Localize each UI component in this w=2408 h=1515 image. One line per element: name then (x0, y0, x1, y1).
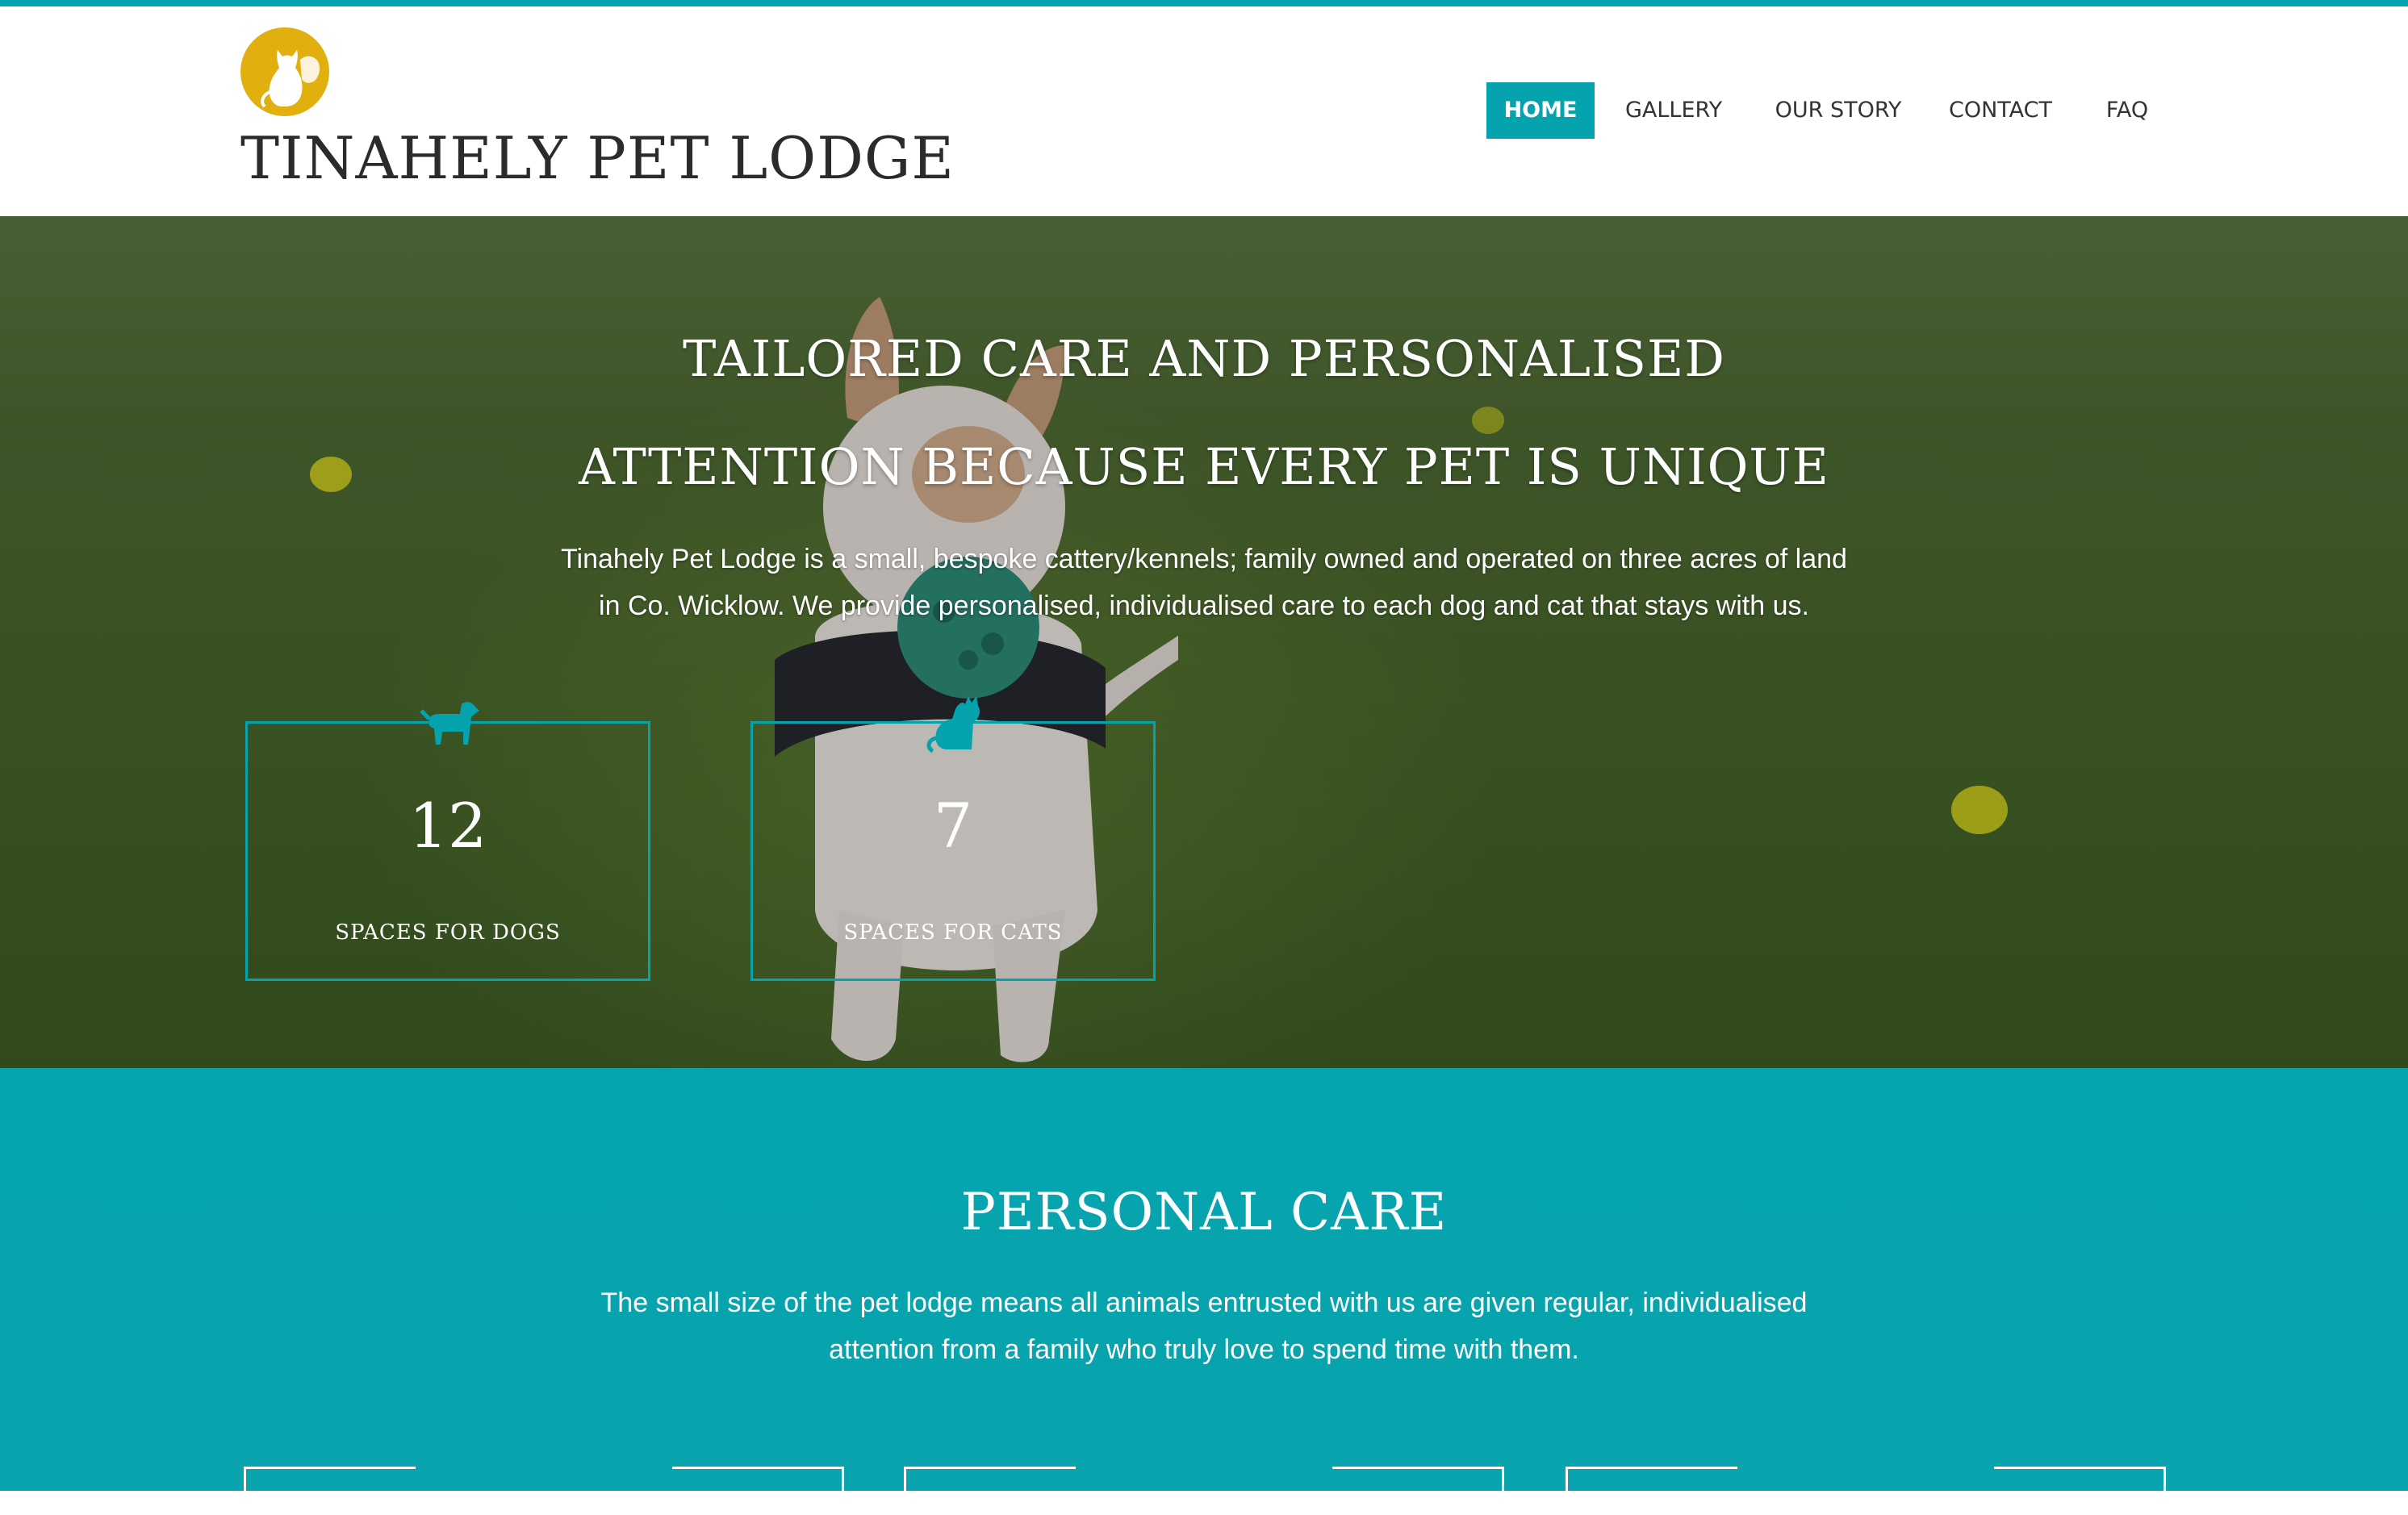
nav-home[interactable]: HOME (1486, 82, 1595, 139)
care-description-line-1: The small size of the pet lodge means al… (600, 1288, 1808, 1318)
stat-label-cats: SPACES FOR CATS (843, 920, 1063, 945)
care-title: PERSONAL CARE (960, 1183, 1448, 1242)
top-accent-bar (0, 0, 2408, 6)
hero-section: TAILORED CARE AND PERSONALISED ATTENTION… (0, 216, 2408, 1068)
personal-care-section: PERSONAL CARE The small size of the pet … (0, 1068, 2408, 1515)
stat-box-dogs: 12 SPACES FOR DOGS (245, 702, 650, 981)
feature-card (1566, 1467, 2166, 1515)
logo-icon[interactable] (240, 27, 329, 116)
site-title[interactable]: TINAHELY PET LODGE (240, 124, 955, 192)
feature-card (904, 1467, 1504, 1515)
cat-icon (923, 693, 988, 758)
nav-our-story[interactable]: OUR STORY (1774, 82, 1903, 139)
stat-box-cats: 7 SPACES FOR CATS (750, 696, 1156, 981)
nav-contact[interactable]: CONTACT (1946, 82, 2055, 139)
stat-value-dogs: 12 (408, 790, 487, 862)
dog-icon (418, 693, 483, 758)
nav-gallery[interactable]: GALLERY (1625, 82, 1722, 139)
hero-title-line-1: TAILORED CARE AND PERSONALISED (683, 329, 1725, 388)
hero-description-line-2: in Co. Wicklow. We provide personalised,… (599, 591, 1809, 621)
hero-description-line-1: Tinahely Pet Lodge is a small, bespoke c… (561, 544, 1847, 574)
nav-faq[interactable]: FAQ (2097, 82, 2158, 139)
feature-card (244, 1467, 844, 1515)
stat-label-dogs: SPACES FOR DOGS (335, 920, 561, 945)
hero-title-line-2: ATTENTION BECAUSE EVERY PET IS UNIQUE (579, 437, 1829, 496)
site-header: TINAHELY PET LODGE HOME GALLERY OUR STOR… (0, 6, 2408, 216)
stat-value-cats: 7 (933, 790, 973, 862)
care-description-line-2: attention from a family who truly love t… (829, 1334, 1579, 1365)
